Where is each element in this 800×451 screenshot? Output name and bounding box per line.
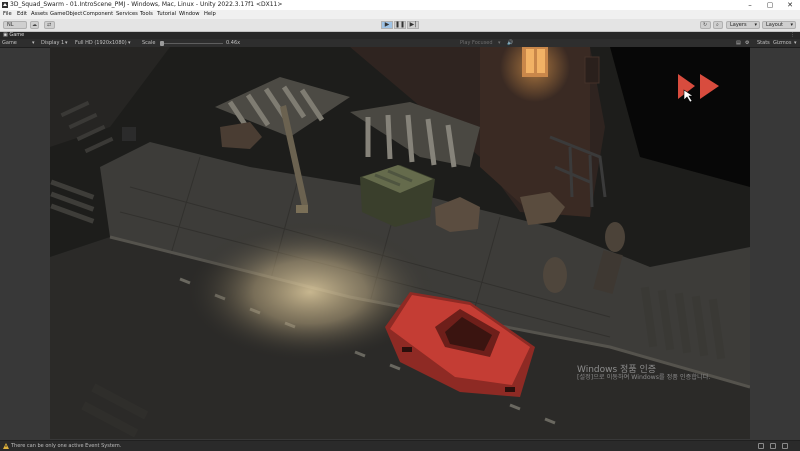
layers-label: Layers [730, 22, 747, 28]
editor-tab-row: ▣ Game ⋮ [0, 32, 800, 39]
cloud-button[interactable]: ☁ [30, 21, 39, 29]
gizmo-toggle-icon[interactable]: ▤ [736, 40, 741, 46]
scale-value: 0.46x [226, 40, 241, 46]
layout-dropdown[interactable]: Layout ▾ [762, 21, 796, 29]
tab-menu-icon[interactable]: ⋮ [790, 32, 795, 39]
chevron-down-icon: ▾ [498, 40, 501, 46]
step-icon: ▶| [409, 21, 417, 28]
play-focused-dropdown[interactable]: Play Focused [460, 40, 493, 46]
menu-help[interactable]: Help [204, 11, 216, 17]
scale-slider-handle[interactable] [160, 41, 164, 46]
resolution-dropdown[interactable]: Full HD (1920x1080) [75, 40, 127, 46]
status-bar: There can be only one active Event Syste… [0, 440, 800, 451]
title-bar: 3D_Squad_Swarm - 01.IntroScene_PMJ - Win… [0, 0, 800, 10]
account-dropdown[interactable]: NL [3, 21, 27, 29]
collab-button[interactable]: ⇄ [44, 21, 55, 29]
scale-slider-track[interactable] [161, 43, 223, 44]
history-icon: ↻ [703, 22, 708, 28]
play-icon: ▶ [384, 21, 390, 28]
chevron-down-icon: ▾ [790, 22, 793, 28]
minimize-icon: – [748, 1, 752, 9]
cloud-icon: ☁ [32, 22, 37, 28]
tab-game[interactable]: ▣ Game [1, 32, 29, 39]
main-toolbar: NL ☁ ⇄ ▶ ❚❚ ▶| ↻ ⌕ Layers ▾ Layout ▾ [0, 19, 800, 32]
chevron-down-icon: ▾ [754, 22, 757, 28]
pause-icon: ❚❚ [395, 21, 406, 28]
scale-label: Scale [142, 40, 156, 46]
menu-window[interactable]: Window [179, 11, 199, 17]
warning-icon [3, 443, 9, 449]
collab-icon: ⇄ [47, 22, 52, 28]
window-title: 3D_Squad_Swarm - 01.IntroScene_PMJ - Win… [10, 1, 283, 8]
minimize-button[interactable]: – [740, 0, 760, 10]
display-dropdown[interactable]: Display 1 [41, 40, 64, 46]
step-button[interactable]: ▶| [407, 21, 419, 29]
game-tab-label: Game [9, 32, 25, 38]
stats-button[interactable]: Stats [757, 40, 770, 46]
play-button[interactable]: ▶ [381, 21, 393, 29]
chevron-down-icon: ▾ [128, 40, 131, 46]
account-label: NL [7, 22, 14, 28]
audio-mute-icon[interactable]: 🔊 [507, 40, 513, 46]
search-button[interactable]: ⌕ [713, 21, 723, 29]
menu-gameobject[interactable]: GameObject [50, 11, 82, 17]
layers-dropdown[interactable]: Layers ▾ [726, 21, 760, 29]
search-icon: ⌕ [716, 22, 719, 28]
menu-edit[interactable]: Edit [17, 11, 27, 17]
history-button[interactable]: ↻ [700, 21, 711, 29]
menu-services[interactable]: Services [116, 11, 138, 17]
menu-bar: File Edit Assets GameObject Component Se… [0, 10, 800, 19]
menu-assets[interactable]: Assets [31, 11, 48, 17]
menu-file[interactable]: File [3, 11, 12, 17]
layout-label: Layout [766, 22, 783, 28]
menu-component[interactable]: Component [83, 11, 113, 17]
gizmos-button[interactable]: Gizmos [773, 40, 791, 46]
notification-icon[interactable] [782, 443, 788, 449]
windows-activation-subtitle: [설정]으로 이동하여 Windows를 정품 인증합니다. [577, 374, 711, 381]
chevron-down-icon: ▾ [65, 40, 68, 46]
view-mode-dropdown[interactable]: Game [2, 40, 17, 46]
menu-tutorial[interactable]: Tutorial [157, 11, 176, 17]
settings-icon[interactable]: ⚙ [745, 40, 749, 46]
chevron-down-icon: ▾ [32, 40, 35, 46]
close-button[interactable]: ✕ [780, 0, 800, 10]
pause-button[interactable]: ❚❚ [394, 21, 406, 29]
close-icon: ✕ [787, 1, 793, 9]
maximize-icon: ▢ [766, 1, 774, 9]
maximize-button[interactable]: ▢ [760, 0, 780, 10]
status-message[interactable]: There can be only one active Event Syste… [11, 443, 121, 449]
menu-tools[interactable]: Tools [140, 11, 153, 17]
unity-logo-icon [2, 2, 8, 8]
progress-icon[interactable] [770, 443, 776, 449]
console-icon[interactable] [758, 443, 764, 449]
chevron-down-icon: ▾ [794, 40, 797, 46]
